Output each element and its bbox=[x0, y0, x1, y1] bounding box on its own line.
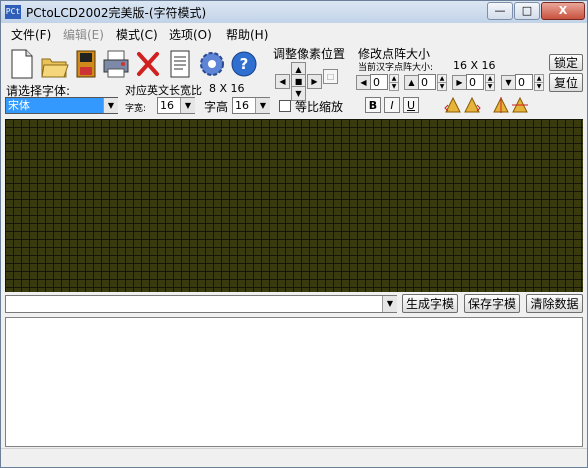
current-size-label: 当前汉字点阵大小: bbox=[358, 63, 434, 73]
top-edge-down-spin[interactable]: ▼ bbox=[437, 82, 447, 91]
font-dropdown-arrow-icon[interactable]: ▼ bbox=[103, 98, 118, 113]
help-icon[interactable]: ? bbox=[229, 47, 259, 81]
text-input-dropdown-arrow-icon[interactable]: ▼ bbox=[382, 296, 397, 312]
maximize-button[interactable]: □ bbox=[514, 2, 540, 20]
app-icon: PCt bbox=[5, 5, 21, 19]
italic-button[interactable]: I bbox=[384, 97, 400, 113]
bold-button[interactable]: B bbox=[365, 97, 381, 113]
app-window: PCt PCtoLCD2002完美版-(字符模式) — □ X 文件(F) 编辑… bbox=[0, 0, 588, 468]
underline-button[interactable]: U bbox=[403, 97, 419, 113]
left-edge-field[interactable]: 0 bbox=[370, 74, 388, 90]
document-icon[interactable] bbox=[165, 47, 195, 81]
english-ratio-label: 对应英文长宽比 bbox=[125, 84, 202, 97]
reset-button[interactable]: 复位 bbox=[549, 73, 583, 92]
title-bar: PCt PCtoLCD2002完美版-(字符模式) — □ X bbox=[1, 1, 587, 23]
delete-icon[interactable] bbox=[133, 47, 163, 81]
flip-horizontal-icon[interactable] bbox=[492, 96, 510, 114]
proportional-label: 等比缩放 bbox=[295, 100, 344, 114]
save-glyph-button[interactable]: 保存字模 bbox=[464, 294, 520, 313]
new-icon[interactable] bbox=[7, 47, 37, 81]
menu-help[interactable]: 帮助(H) bbox=[226, 26, 268, 43]
right-edge-down-spin[interactable]: ▼ bbox=[485, 82, 495, 91]
text-input-combo[interactable] bbox=[5, 295, 397, 313]
move-right-button[interactable]: ▶ bbox=[307, 74, 322, 89]
pixel-grid-canvas[interactable] bbox=[5, 119, 583, 292]
current-size-value: 16 X 16 bbox=[453, 59, 496, 72]
font-select[interactable]: 宋体 bbox=[5, 97, 118, 114]
move-left-button[interactable]: ◀ bbox=[275, 74, 290, 89]
right-edge-field[interactable]: 0 bbox=[466, 74, 484, 90]
clear-pixel-button[interactable]: □ bbox=[323, 69, 338, 84]
clear-data-button[interactable]: 清除数据 bbox=[526, 294, 583, 313]
menu-options[interactable]: 选项(O) bbox=[169, 26, 212, 43]
generate-glyph-button[interactable]: 生成字模 bbox=[402, 294, 458, 313]
left-edge-down-spin[interactable]: ▼ bbox=[389, 82, 399, 91]
lock-button[interactable]: 锁定 bbox=[549, 54, 583, 71]
bottom-edge-icon: ▼ bbox=[501, 75, 516, 90]
menu-mode[interactable]: 模式(C) bbox=[116, 26, 158, 43]
menu-edit[interactable]: 编辑(E) bbox=[63, 26, 104, 43]
proportional-checkbox[interactable] bbox=[279, 100, 291, 112]
char-width-dropdown-arrow-icon[interactable]: ▼ bbox=[180, 98, 195, 113]
save-icon[interactable] bbox=[71, 47, 101, 81]
output-textarea[interactable] bbox=[5, 317, 583, 447]
bottom-edge-down-spin[interactable]: ▼ bbox=[534, 82, 544, 91]
english-ratio-value: 8 X 16 bbox=[209, 82, 245, 95]
settings-gear-icon[interactable] bbox=[197, 47, 227, 81]
char-height-dropdown-arrow-icon[interactable]: ▼ bbox=[255, 98, 270, 113]
menu-bar: 文件(F) 编辑(E) 模式(C) 选项(O) 帮助(H) bbox=[1, 23, 587, 43]
open-icon[interactable] bbox=[39, 47, 69, 81]
close-button[interactable]: X bbox=[541, 2, 585, 20]
svg-text:?: ? bbox=[240, 55, 249, 73]
rotate-right-icon[interactable] bbox=[463, 96, 481, 114]
rotate-left-icon[interactable] bbox=[444, 96, 462, 114]
char-height-label: 字高 bbox=[204, 100, 229, 114]
pixel-position-label: 调整像素位置 bbox=[273, 47, 346, 61]
char-width-label: 字宽: bbox=[125, 104, 147, 114]
status-bar bbox=[1, 448, 587, 467]
minimize-button[interactable]: — bbox=[487, 2, 513, 20]
top-edge-field[interactable]: 0 bbox=[418, 74, 436, 90]
print-icon[interactable] bbox=[101, 47, 131, 81]
flip-vertical-icon[interactable] bbox=[511, 96, 529, 114]
window-title: PCtoLCD2002完美版-(字符模式) bbox=[26, 6, 207, 20]
left-edge-icon: ◀ bbox=[356, 75, 371, 90]
bottom-edge-field[interactable]: 0 bbox=[515, 74, 533, 90]
menu-file[interactable]: 文件(F) bbox=[11, 26, 51, 43]
right-edge-icon: ▶ bbox=[452, 75, 467, 90]
top-edge-icon: ▲ bbox=[404, 75, 419, 90]
